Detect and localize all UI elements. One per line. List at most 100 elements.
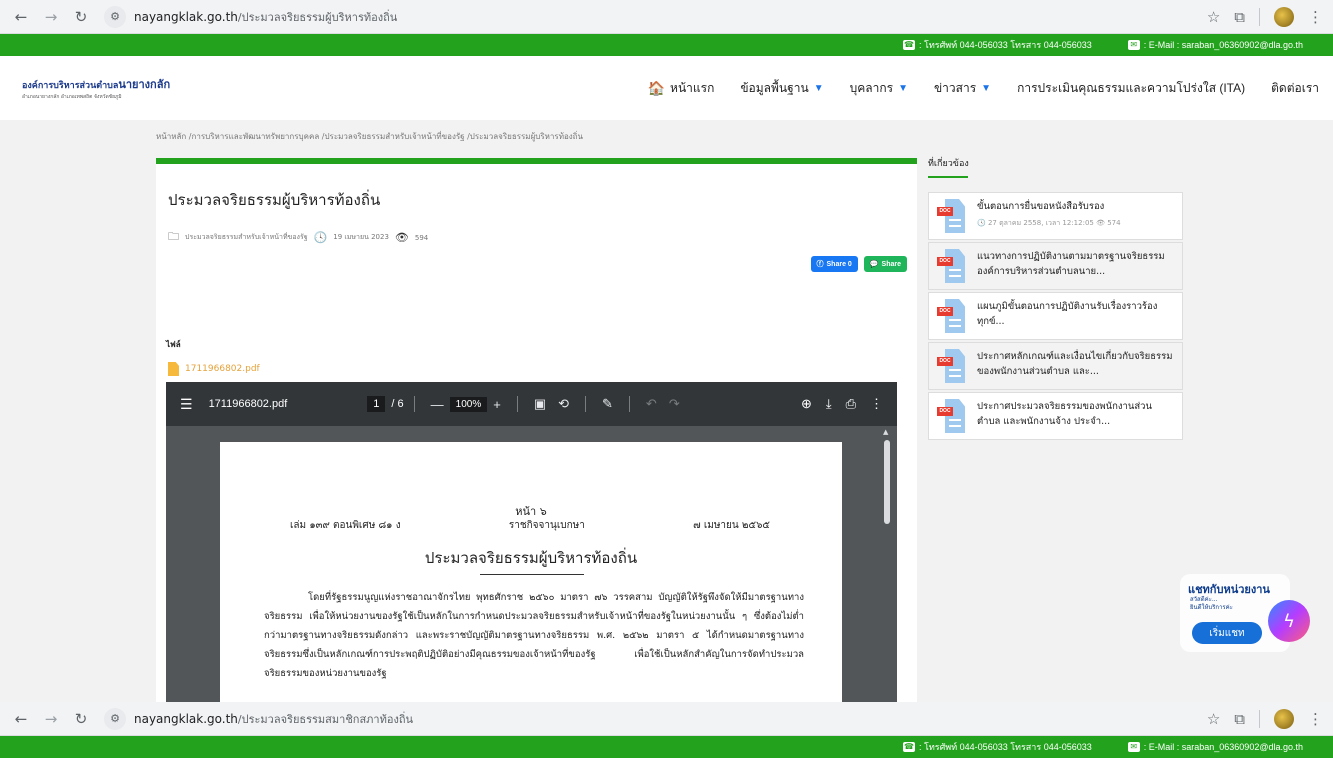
file-icon: [168, 362, 179, 376]
nav-home[interactable]: 🏠 หน้าแรก: [648, 79, 715, 98]
site-logo[interactable]: องค์การบริหารส่วนตำบลนายางกลัก อำเภอนายา…: [22, 75, 170, 101]
undo-icon[interactable]: ↶: [646, 396, 657, 412]
phone-icon: ☎: [902, 40, 915, 50]
related-item[interactable]: DOC ขั้นตอนการยื่นขอหนังสือรับรอง 🕓 27 ต…: [928, 192, 1183, 240]
draw-icon[interactable]: ✎: [602, 396, 613, 412]
more-options-icon[interactable]: ⋮: [870, 396, 883, 412]
page-indicator: 1 / 6: [367, 396, 404, 412]
file-download-link[interactable]: 1711966802.pdf: [168, 362, 260, 376]
file-link-text[interactable]: 1711966802.pdf: [185, 364, 260, 374]
back-arrow-icon[interactable]: ←: [10, 6, 32, 28]
facebook-share-button[interactable]: ⓕ Share 0: [810, 256, 858, 272]
related-item-title[interactable]: แผนภูมิขั้นตอนการปฏิบัติงานรับเรื่องราวร…: [977, 299, 1174, 329]
mail-icon: ✉: [1127, 40, 1140, 50]
nav-ita[interactable]: การประเมินคุณธรรมและความโปร่งใส (ITA): [1017, 79, 1245, 98]
download-icon[interactable]: ⤓: [826, 396, 832, 412]
site-info-icon[interactable]: ⚙: [104, 5, 126, 28]
save-annotation-icon[interactable]: ⊕: [801, 396, 812, 412]
related-item-title[interactable]: แนวทางการปฏิบัติงานตามมาตรฐานจริยธรรม อง…: [977, 249, 1174, 279]
doc-file-icon: DOC: [937, 199, 965, 233]
extensions-icon[interactable]: ⧉: [1234, 8, 1245, 26]
caret-down-icon: ▼: [813, 82, 824, 94]
related-item-title[interactable]: ประกาศหลักเกณฑ์และเงื่อนไขเกี่ยวกับจริยธ…: [977, 349, 1174, 379]
forward-arrow-icon[interactable]: →: [40, 708, 62, 730]
gazette-name: ราชกิจจานุเบกษา: [508, 520, 585, 531]
contact-bar: ☎ : โทรศัพท์ 044-056033 โทรสาร 044-05603…: [0, 34, 1333, 56]
share-buttons: ⓕ Share 0 💬 Share: [810, 256, 907, 272]
profile-avatar[interactable]: [1274, 6, 1294, 27]
facebook-icon: ⓕ: [816, 261, 824, 268]
nav-personnel[interactable]: บุคลากร ▼: [850, 79, 908, 98]
gazette-volume: เล่ม ๑๓๙ ตอนพิเศษ ๘๑ ง: [290, 520, 401, 531]
profile-avatar[interactable]: [1274, 708, 1294, 729]
address-bar[interactable]: ⚙ nayangklak.go.th /ประมวลจริยธรรมสมาชิก…: [104, 706, 413, 732]
forward-arrow-icon[interactable]: →: [40, 6, 62, 28]
breadcrumb[interactable]: หน้าหลัก /การบริหารและพัฒนาทรัพยากรบุคคล…: [156, 130, 583, 143]
pdf-viewer[interactable]: ☰ 1711966802.pdf 1 / 6 — 100% + ▣ ⟲ ✎ ↶ …: [166, 382, 897, 702]
pdf-actions: ⊕ ⤓ ⎙ ⋮: [801, 396, 883, 412]
doc-file-icon: DOC: [937, 349, 965, 383]
hamburger-menu-icon[interactable]: ☰: [180, 396, 193, 413]
fit-page-icon[interactable]: ▣: [534, 396, 546, 412]
eye-icon: 👁: [394, 231, 409, 244]
email-text: : E-Mail : saraban_06360902@dla.go.th: [1143, 40, 1303, 50]
title-underline: [480, 574, 584, 575]
messenger-icon[interactable]: ϟ: [1268, 600, 1310, 642]
pdf-page: หน้า ๖ เล่ม ๑๓๙ ตอนพิเศษ ๘๑ ง ราชกิจจานุ…: [220, 442, 842, 702]
browser-toolbar: ← → ↻ ⚙ nayangklak.go.th /ประมวลจริยธรรม…: [0, 0, 1333, 34]
site-info-icon[interactable]: ⚙: [104, 707, 126, 730]
pdf-document-title: ประมวลจริยธรรมผู้บริหารท้องถิ่น: [424, 549, 638, 567]
clock-icon: 🕓: [977, 219, 988, 227]
related-sidebar: ที่เกี่ยวข้อง DOC ขั้นตอนการยื่นขอหนังสื…: [928, 156, 1183, 442]
more-menu-icon[interactable]: ⋮: [1308, 710, 1323, 728]
related-item[interactable]: DOC แนวทางการปฏิบัติงานตามมาตรฐานจริยธรร…: [928, 242, 1183, 290]
page-number-input[interactable]: 1: [367, 396, 386, 412]
chat-widget[interactable]: แชทกับหน่วยงาน สวัสดีค่ะ... ยินดีให้บริกา…: [1180, 574, 1310, 654]
extensions-icon[interactable]: ⧉: [1234, 710, 1245, 728]
main-nav: 🏠 หน้าแรก ข้อมูลพื้นฐาน ▼ บุคลากร ▼ ข่าวสาร…: [648, 79, 1319, 98]
clock-icon: 🕓: [313, 231, 328, 244]
start-chat-button[interactable]: เริ่มแชท: [1192, 622, 1262, 644]
related-item[interactable]: DOC แผนภูมิขั้นตอนการปฏิบัติงานรับเรื่อง…: [928, 292, 1183, 340]
reload-icon[interactable]: ↻: [70, 708, 92, 730]
zoom-out-icon[interactable]: —: [431, 397, 444, 412]
mail-icon: ✉: [1127, 742, 1140, 752]
url-host: nayangklak.go.th: [134, 711, 238, 726]
bookmark-star-icon[interactable]: ☆: [1207, 710, 1220, 728]
scroll-thumb[interactable]: [884, 440, 890, 524]
toolbar-divider: [1259, 7, 1260, 26]
phone-text: : โทรศัพท์ 044-056033 โทรสาร 044-056033: [918, 40, 1092, 50]
nav-news[interactable]: ข่าวสาร ▼: [934, 79, 991, 98]
article-meta: 🗀 ประมวลจริยธรรมสำหรับเจ้าหน้าที่ของรัฐ …: [168, 228, 428, 247]
toolbar-divider: [516, 396, 518, 412]
print-icon[interactable]: ⎙: [846, 396, 856, 412]
site-header: องค์การบริหารส่วนตำบลนายางกลัก อำเภอนายา…: [0, 56, 1333, 120]
more-menu-icon[interactable]: ⋮: [1308, 8, 1323, 26]
related-title: ที่เกี่ยวข้อง: [928, 156, 969, 178]
scroll-up-icon[interactable]: ▲: [883, 428, 888, 436]
redo-icon[interactable]: ↷: [669, 396, 680, 412]
related-item-title[interactable]: ประกาศประมวลจริยธรรมของพนักงานส่วนตำบล แ…: [977, 399, 1174, 429]
related-item[interactable]: DOC ประกาศประมวลจริยธรรมของพนักงานส่วนตำ…: [928, 392, 1183, 440]
pdf-scrollbar[interactable]: ▲: [883, 428, 891, 702]
related-item[interactable]: DOC ประกาศหลักเกณฑ์และเงื่อนไขเกี่ยวกับจ…: [928, 342, 1183, 390]
related-item-title[interactable]: ขั้นตอนการยื่นขอหนังสือรับรอง: [977, 199, 1121, 214]
zoom-in-icon[interactable]: +: [493, 397, 501, 412]
back-arrow-icon[interactable]: ←: [10, 708, 32, 730]
browser-toolbar-2: ← → ↻ ⚙ nayangklak.go.th /ประมวลจริยธรรม…: [0, 702, 1333, 736]
address-bar[interactable]: ⚙ nayangklak.go.th /ประมวลจริยธรรมผู้บริ…: [104, 4, 397, 30]
article-date: 19 เมษายน 2023: [333, 233, 389, 241]
reload-icon[interactable]: ↻: [70, 6, 92, 28]
nav-contact[interactable]: ติดต่อเรา: [1271, 79, 1319, 98]
article-category[interactable]: ประมวลจริยธรรมสำหรับเจ้าหน้าที่ของรัฐ: [185, 232, 308, 243]
nav-basic-info[interactable]: ข้อมูลพื้นฐาน ▼: [740, 79, 823, 98]
zoom-input[interactable]: 100%: [449, 396, 488, 412]
email-info: ✉ : E-Mail : saraban_06360902@dla.go.th: [1127, 742, 1303, 752]
doc-file-icon: DOC: [937, 299, 965, 333]
phone-icon: ☎: [902, 742, 915, 752]
rotate-icon[interactable]: ⟲: [558, 396, 569, 412]
toolbar-divider: [628, 396, 630, 412]
bookmark-star-icon[interactable]: ☆: [1207, 8, 1220, 26]
line-share-button[interactable]: 💬 Share: [863, 256, 907, 272]
gazette-date: ๗ เมษายน ๒๕๖๕: [693, 520, 770, 531]
